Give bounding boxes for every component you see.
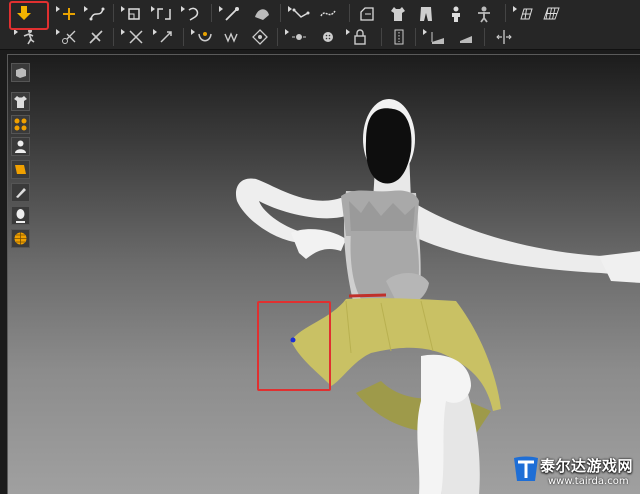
avatar-tool-button[interactable]	[446, 4, 466, 24]
puckering-tool-icon	[431, 32, 444, 44]
fold-tool-icon	[255, 9, 269, 20]
left-hand	[291, 229, 346, 259]
stretch-tool-icon	[320, 10, 336, 17]
sewing-tool-icon	[292, 8, 310, 18]
highlight-box-toolbar	[9, 1, 49, 30]
transform-tool-button[interactable]	[154, 4, 174, 24]
cut-tool-icon	[89, 30, 103, 44]
lock-tool-icon	[354, 29, 366, 45]
lock-tool-button[interactable]	[350, 28, 370, 46]
pattern-b-button[interactable]	[250, 28, 270, 46]
zipper-tool-button[interactable]	[389, 28, 409, 46]
edit-pattern-tool-button[interactable]	[124, 4, 144, 24]
right-arm	[406, 201, 633, 276]
fold-tool-button[interactable]	[252, 4, 272, 24]
shirt-tool-icon	[391, 7, 405, 21]
side-button-texture[interactable]	[11, 160, 30, 179]
side-button-shirt[interactable]	[11, 92, 30, 111]
watermark-logo-icon	[514, 456, 538, 481]
main-toolbar	[0, 0, 640, 27]
points-view-icon	[14, 118, 27, 131]
watermark: 泰尔达游戏网 www.tairda.com	[508, 444, 640, 494]
body-tool-button[interactable]	[474, 4, 494, 24]
pin-tool-icon	[225, 7, 239, 21]
run-tool-icon	[23, 29, 35, 45]
scissors-tool-icon	[62, 30, 76, 44]
pin-tool-button[interactable]	[222, 4, 242, 24]
edit-curve-tool-button[interactable]	[87, 4, 107, 24]
grid-tool-button[interactable]	[516, 4, 536, 24]
shirt-tool-button[interactable]	[388, 4, 408, 24]
secondary-toolbar	[0, 26, 640, 50]
watermark-url: www.tairda.com	[548, 476, 629, 487]
edit-pattern-tool-icon	[128, 8, 140, 20]
pants-tool-icon	[420, 7, 432, 21]
stretch-tool-button[interactable]	[318, 4, 338, 24]
transform-tool-icon	[157, 8, 171, 20]
highlight-box-pin	[257, 301, 331, 391]
side-button-globe[interactable]	[11, 229, 30, 248]
pattern-a-icon	[224, 32, 238, 43]
shirt-view-icon	[14, 96, 27, 108]
button-tool-button[interactable]	[289, 28, 309, 46]
brush-view-icon	[16, 188, 26, 198]
garment-tool-button[interactable]	[357, 4, 377, 24]
avatar-view-icon	[15, 140, 26, 153]
button-tool-icon	[292, 34, 306, 40]
grid-tool-icon	[520, 8, 533, 20]
watermark-title: 泰尔达游戏网	[540, 457, 634, 475]
add-point-tool-icon	[63, 8, 75, 20]
garment-tool-icon	[360, 7, 374, 21]
right-hand	[599, 251, 640, 283]
3d-viewport[interactable]	[7, 54, 640, 494]
cloth-tool-icon	[129, 30, 143, 44]
anchor-tool-icon	[198, 32, 212, 42]
side-button-cube[interactable]	[11, 63, 30, 82]
mesh-tool-icon	[543, 7, 560, 20]
scissors-tool-button[interactable]	[59, 28, 79, 46]
cube-view-icon	[16, 68, 26, 78]
buttonhole-tool-button[interactable]	[318, 28, 338, 46]
align-tool-icon	[496, 30, 512, 44]
anchor-tool-button[interactable]	[195, 28, 215, 46]
pattern-b-icon	[252, 29, 268, 45]
edit-curve-tool-icon	[89, 7, 105, 21]
texture-view-icon	[15, 165, 26, 174]
globe-view-icon	[14, 232, 27, 245]
align-tool-button[interactable]	[494, 28, 514, 46]
cloth-tool-button[interactable]	[126, 28, 146, 46]
side-button-face[interactable]	[11, 206, 30, 225]
face-view-icon	[16, 209, 25, 223]
buttonhole-tool-icon	[323, 32, 333, 42]
tack-tool-icon	[188, 7, 199, 21]
rotate-tool-button[interactable]	[156, 28, 176, 46]
rotate-tool-icon	[160, 31, 172, 43]
zipper-tool-icon	[394, 29, 404, 45]
tack-tool-button[interactable]	[184, 4, 204, 24]
mesh-tool-button[interactable]	[541, 4, 561, 24]
puckering-tool-button[interactable]	[428, 28, 448, 46]
sewing-tool-button[interactable]	[291, 4, 311, 24]
fabric-tool-button[interactable]	[456, 28, 476, 46]
add-point-tool-button[interactable]	[59, 4, 79, 24]
avatar-tool-icon	[452, 6, 460, 22]
3d-scene[interactable]	[8, 55, 640, 494]
side-button-avatar[interactable]	[11, 137, 30, 156]
side-button-brush[interactable]	[11, 183, 30, 202]
run-tool-button[interactable]	[18, 28, 38, 46]
side-button-points[interactable]	[11, 115, 30, 134]
pants-tool-button[interactable]	[416, 4, 436, 24]
fabric-tool-icon	[460, 36, 472, 43]
cut-tool-button[interactable]	[86, 28, 106, 46]
body-tool-icon	[478, 6, 490, 23]
pattern-a-button[interactable]	[221, 28, 241, 46]
waist-band	[348, 293, 387, 298]
